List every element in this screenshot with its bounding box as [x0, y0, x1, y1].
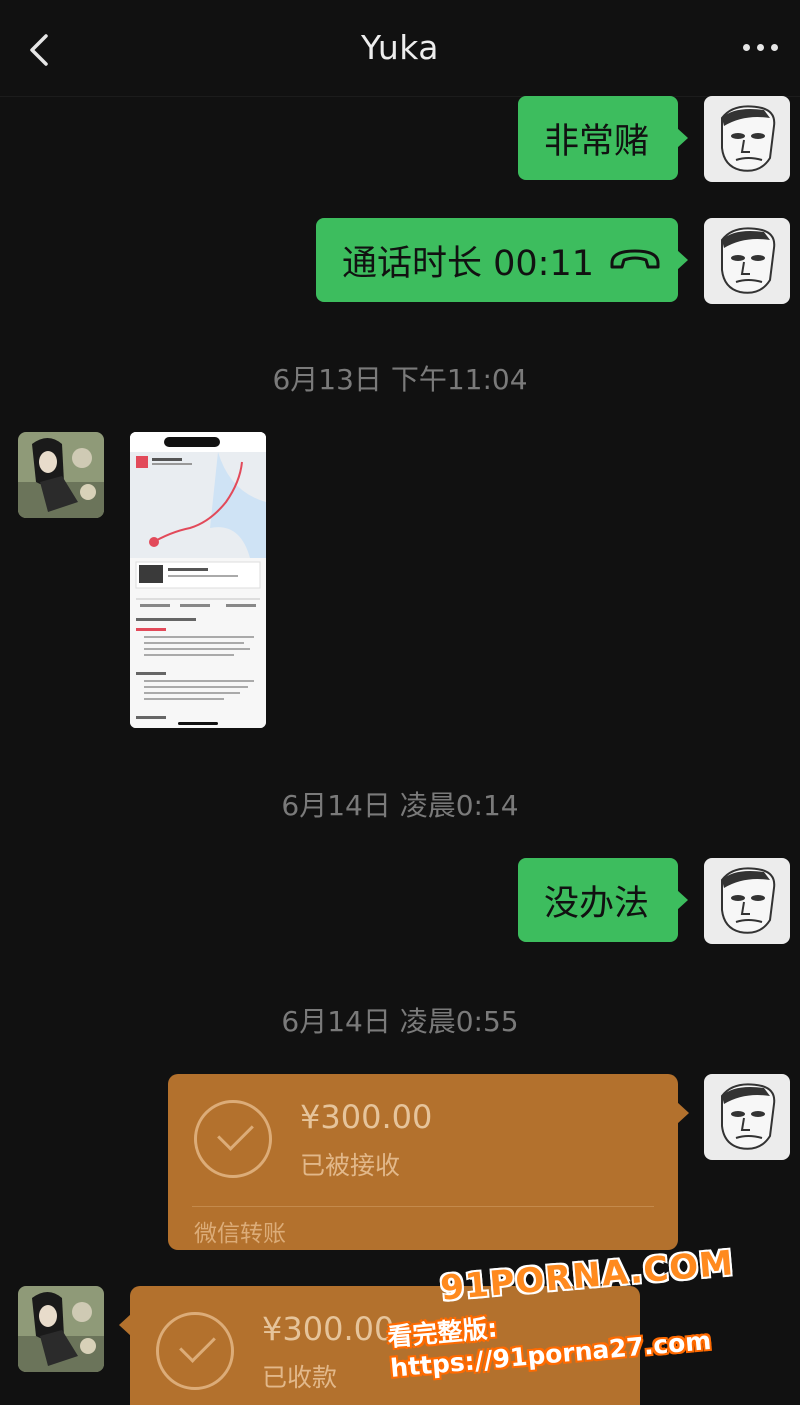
map-screenshot-thumbnail	[130, 432, 266, 728]
anime-girl-avatar-icon	[18, 432, 104, 518]
phone-hangup-icon	[610, 249, 660, 269]
call-duration-bubble[interactable]: 通话时长 00:11	[316, 218, 688, 302]
transfer-card-sent[interactable]: ¥300.00 已被接收 微信转账	[168, 1074, 689, 1250]
timestamp: 6月14日 凌晨0:55	[281, 1005, 519, 1038]
cartoon-face-avatar-icon	[704, 218, 790, 304]
my-avatar[interactable]	[704, 96, 790, 182]
chat-header: Yuka	[0, 0, 800, 97]
transfer-amount: ¥300.00	[262, 1310, 395, 1348]
call-duration-text: 通话时长 00:11	[342, 243, 594, 284]
timestamp: 6月14日 凌晨0:14	[281, 789, 519, 822]
shared-screenshot-image[interactable]	[130, 432, 266, 728]
message-bubble-outgoing[interactable]: 没办法	[518, 858, 688, 942]
transfer-divider	[192, 1206, 654, 1207]
my-avatar[interactable]	[704, 858, 790, 944]
cartoon-face-avatar-icon	[704, 1074, 790, 1160]
transfer-status: 已被接收	[300, 1151, 401, 1180]
transfer-status: 已收款	[262, 1363, 338, 1392]
message-bubble-outgoing[interactable]: 非常赌	[518, 96, 688, 180]
message-text: 没办法	[544, 883, 650, 924]
transfer-amount: ¥300.00	[300, 1098, 433, 1136]
anime-girl-avatar-icon	[18, 1286, 104, 1372]
contact-avatar[interactable]	[18, 432, 104, 518]
cartoon-face-avatar-icon	[704, 858, 790, 944]
check-circle-icon	[156, 1312, 234, 1390]
transfer-label: 微信转账	[194, 1221, 286, 1247]
chat-title: Yuka	[360, 28, 440, 67]
timestamp: 6月13日 下午11:04	[272, 363, 528, 396]
message-text: 非常赌	[544, 121, 650, 162]
my-avatar[interactable]	[704, 1074, 790, 1160]
cartoon-face-avatar-icon	[704, 96, 790, 182]
more-options-button[interactable]	[743, 44, 778, 51]
check-circle-icon	[194, 1100, 272, 1178]
more-dots-icon	[743, 44, 750, 51]
my-avatar[interactable]	[704, 218, 790, 304]
contact-avatar[interactable]	[18, 1286, 104, 1372]
